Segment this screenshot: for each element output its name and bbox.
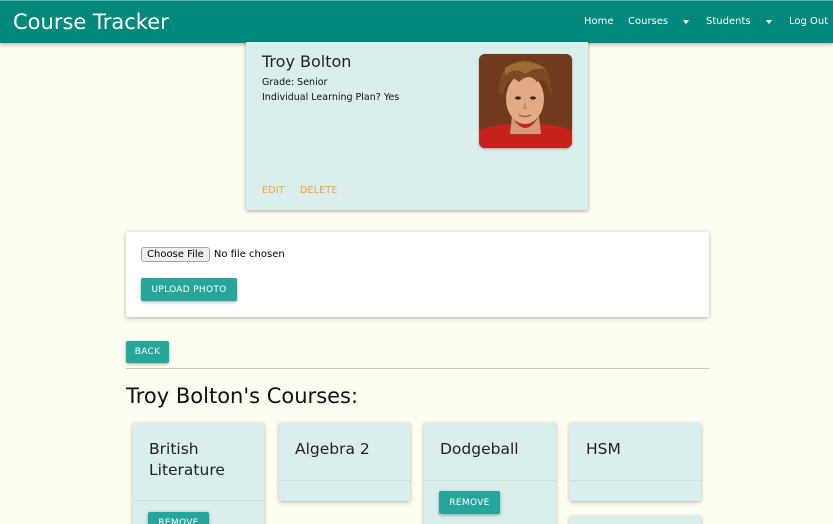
back-button[interactable]: BACK [126,341,169,363]
edit-link[interactable]: EDIT [262,185,285,196]
upload-photo-button[interactable]: UPLOAD PHOTO [141,278,237,301]
student-ilp: Individual Learning Plan? Yes [262,92,400,103]
course-title-line: Literature [149,461,225,479]
course-card-british-literature: British Literature REMOVE [133,423,264,524]
courses-heading: Troy Bolton's Courses: [126,384,359,408]
delete-link[interactable]: DELETE [300,185,338,196]
course-title: British Literature [149,439,225,481]
student-grade: Grade: Senior [262,77,328,88]
brand-logo[interactable]: Course Tracker [13,8,169,36]
chevron-down-icon [765,20,772,24]
upload-panel: Choose File No file chosen UPLOAD PHOTO [126,232,709,317]
course-title-line: British [149,440,199,458]
card-divider [279,480,410,481]
remove-button[interactable]: REMOVE [148,512,209,524]
portrait-image [479,54,572,148]
course-card-algebra-2: Algebra 2 [279,423,410,501]
nav-courses-label: Courses [628,16,669,27]
student-card: Troy Bolton Grade: Senior Individual Lea… [246,42,588,210]
divider [126,368,709,369]
nav-home-label: Home [584,16,614,27]
card-divider [133,500,264,501]
choose-file-button[interactable]: Choose File [141,247,210,262]
course-title: Dodgeball [440,440,519,458]
course-card-dodgeball: Dodgeball REMOVE [424,423,556,524]
student-name: Troy Bolton [262,52,352,71]
nav-students-label: Students [706,16,751,27]
navbar: Course Tracker Home Courses Students Log… [0,0,833,43]
nav-students-dropdown[interactable]: Students [706,15,772,29]
file-input[interactable]: Choose File No file chosen [141,247,285,262]
nav-courses-dropdown[interactable]: Courses [628,15,690,29]
student-photo [479,54,572,148]
nav-home[interactable]: Home [584,15,614,29]
card-divider [424,480,556,481]
course-title: HSM [586,440,621,458]
course-title: Algebra 2 [295,440,370,458]
card-divider [570,480,701,481]
course-card-partial [570,516,701,524]
remove-button[interactable]: REMOVE [439,491,500,514]
file-status: No file chosen [213,249,285,260]
nav-logout-label: Log Out [789,16,829,27]
course-card-hsm: HSM [570,423,701,501]
nav-logout[interactable]: Log Out [789,15,828,29]
chevron-down-icon [683,20,690,24]
